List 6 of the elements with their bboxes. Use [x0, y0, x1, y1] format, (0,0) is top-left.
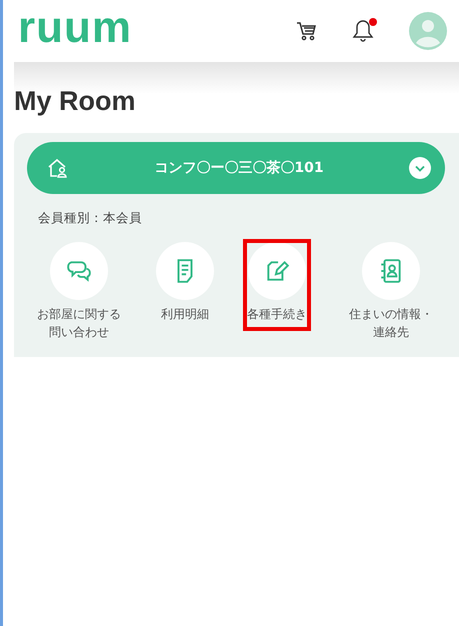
member-type: 会員種別：本会員 [38, 210, 142, 227]
menu-item[interactable]: 住まいの情報・連絡先 [347, 239, 435, 341]
page-title: My Room [14, 86, 136, 117]
menu-item[interactable]: お部屋に関する問い合わせ [35, 239, 123, 341]
house-person-icon [47, 157, 69, 179]
bell-icon[interactable] [351, 18, 375, 44]
